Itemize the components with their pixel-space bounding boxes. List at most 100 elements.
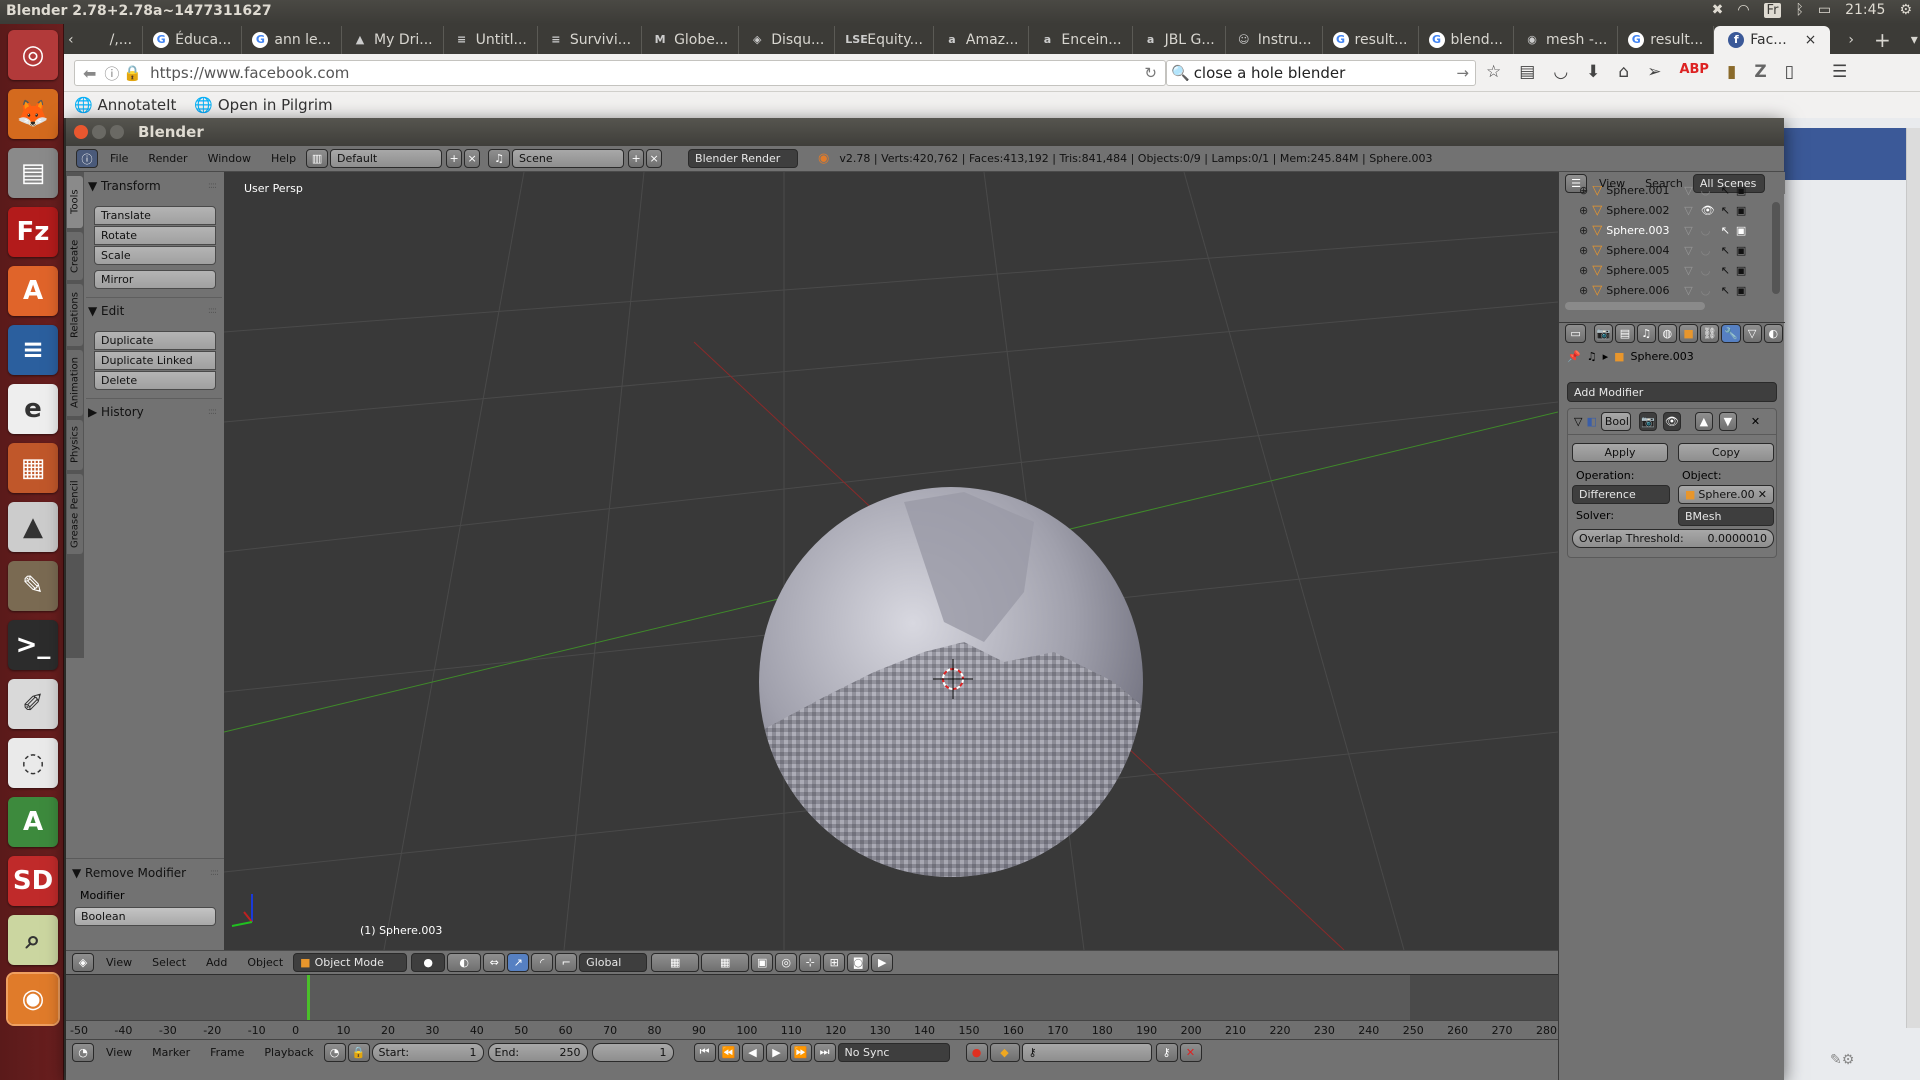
selectable-cursor-icon[interactable]: ↖ xyxy=(1721,186,1730,197)
launcher-blender-icon[interactable]: ◉ xyxy=(6,972,60,1026)
current-frame-indicator[interactable] xyxy=(306,975,310,1021)
window-minimize-button[interactable] xyxy=(92,125,106,139)
outliner-item[interactable]: ⊕ ▽ Sphere.002 ▽ 👁 ↖ ▣ xyxy=(1559,200,1769,220)
drag-grip-icon[interactable]: :::: xyxy=(208,181,217,191)
url-bar[interactable]: ⬅ ⓘ 🔒 https://www.facebook.com ↻ xyxy=(74,60,1166,86)
new-tab-button[interactable]: + xyxy=(1864,26,1901,54)
snap-element-icon[interactable]: ⊹ xyxy=(799,953,822,972)
outliner-item[interactable]: ⊕ ▽ Sphere.001 ▽ ◡ ↖ ▣ xyxy=(1559,186,1769,200)
info-icon[interactable]: ⓘ xyxy=(104,63,119,84)
browser-tab[interactable]: Gblend... xyxy=(1419,26,1514,54)
render-tab-icon[interactable]: 📷 xyxy=(1594,324,1614,343)
timeline-area[interactable] xyxy=(66,974,1558,1021)
scene-field[interactable]: Scene xyxy=(512,149,625,168)
outliner-item[interactable]: ⊕ ▽ Sphere.004 ▽ ◡ ↖ ▣ xyxy=(1559,240,1769,260)
back-icon[interactable]: ⬅ xyxy=(83,64,96,83)
move-up-icon[interactable]: ▲ xyxy=(1694,412,1713,431)
browser-tab[interactable]: ▲ My Dri... xyxy=(342,26,444,54)
reload-icon[interactable]: ↻ xyxy=(1144,64,1157,82)
visibility-eye-icon[interactable]: ◡ xyxy=(1701,264,1715,277)
render-animation-icon[interactable]: ▶ xyxy=(871,953,894,972)
selectable-cursor-icon[interactable]: ↖ xyxy=(1721,204,1730,217)
rotate-manipulator-icon[interactable]: ◜ xyxy=(531,953,554,972)
battery-icon[interactable]: ▭ xyxy=(1818,2,1831,18)
viewport-shading-dropdown[interactable]: ● xyxy=(411,953,446,972)
search-bar[interactable]: 🔍 close a hole blender → xyxy=(1166,60,1476,86)
browser-tab[interactable]: Gresult... xyxy=(1323,26,1419,54)
object-field[interactable]: ■ Sphere.00 ✕ xyxy=(1678,485,1774,504)
show-render-icon[interactable]: 📷 xyxy=(1638,412,1657,431)
window-close-button[interactable] xyxy=(74,125,88,139)
wifi-icon[interactable]: ◠ xyxy=(1737,2,1749,18)
timeline-ruler[interactable]: -50 -40 -30 -20 -10 0 10 20 30 40 50 60 70 80 90 100 110… xyxy=(66,1020,1558,1040)
visibility-eye-icon[interactable]: ◡ xyxy=(1701,244,1715,257)
launcher-evince-icon[interactable]: e xyxy=(8,384,58,434)
menu-frame[interactable]: Frame xyxy=(200,1046,254,1059)
preview-range-icon[interactable]: ◔ xyxy=(323,1042,346,1062)
browser-tab[interactable]: ≡ Survivi... xyxy=(538,26,643,54)
scale-button[interactable]: Scale xyxy=(94,246,216,265)
object-tab-icon[interactable]: ■ xyxy=(1678,324,1699,343)
editor-type-properties-icon[interactable]: ▭ xyxy=(1565,324,1587,343)
show-viewport-eye-icon[interactable]: 👁 xyxy=(1662,412,1681,431)
material-tab-icon[interactable]: ◐ xyxy=(1763,324,1783,343)
expand-plus-icon[interactable]: ⊕ xyxy=(1579,204,1588,217)
rotate-button[interactable]: Rotate xyxy=(94,226,216,245)
browser-tab[interactable]: Gresult... xyxy=(1618,26,1715,54)
pin-icon[interactable]: 📌 xyxy=(1567,350,1581,363)
clear-object-icon[interactable]: ✕ xyxy=(1758,488,1767,501)
browser-tab[interactable]: M Globe... xyxy=(642,26,740,54)
visibility-eye-icon[interactable]: ◡ xyxy=(1701,284,1715,297)
launcher-software-updater-icon[interactable]: A xyxy=(8,797,58,847)
launcher-terminal-icon[interactable]: >_ xyxy=(8,620,58,670)
screen-layout-icon[interactable]: ▥ xyxy=(306,149,329,168)
launcher-document-viewer-icon[interactable]: ◌ xyxy=(8,738,58,788)
outliner-item[interactable]: ⊕ ▽ Sphere.005 ▽ ◡ ↖ ▣ xyxy=(1559,260,1769,280)
jump-start-icon[interactable]: ⏮ xyxy=(693,1042,716,1062)
current-frame-field[interactable]: 1 xyxy=(591,1042,674,1062)
delete-keyframe-icon[interactable]: ✕ xyxy=(1179,1042,1202,1062)
launcher-text-editor-icon[interactable]: ✐ xyxy=(8,679,58,729)
transform-panel-header[interactable]: ▼ Transform:::: xyxy=(88,176,220,196)
modifiers-tab-wrench-icon[interactable]: 🔧 xyxy=(1721,324,1741,343)
browser-tab[interactable]: a Encein... xyxy=(1029,26,1133,54)
drag-grip-icon[interactable]: :::: xyxy=(208,407,217,417)
launcher-ubuntu-dash-icon[interactable]: ◎ xyxy=(8,30,58,80)
mirror-button[interactable]: Mirror xyxy=(94,270,216,289)
jump-keyframe-back-icon[interactable]: ⏪ xyxy=(717,1042,740,1062)
delete-button[interactable]: Delete xyxy=(94,371,216,390)
clock[interactable]: 21:45 xyxy=(1845,2,1885,18)
send-icon[interactable]: ➢ xyxy=(1647,62,1661,82)
renderable-camera-icon[interactable]: ▣ xyxy=(1736,224,1746,237)
zotero-icon[interactable]: Z xyxy=(1754,62,1766,82)
browser-tab[interactable]: a Amaz... xyxy=(934,26,1030,54)
insert-keyframe-icon[interactable]: ⚷ xyxy=(1155,1042,1178,1062)
shelf-tab-tools[interactable]: Tools xyxy=(67,176,83,228)
editor-type-3dview-icon[interactable]: ◈ xyxy=(72,953,94,972)
search-input[interactable]: close a hole blender xyxy=(1194,64,1346,82)
reading-list-icon[interactable]: ▤ xyxy=(1519,62,1535,82)
browser-tab[interactable]: ◉ mesh -... xyxy=(1514,26,1619,54)
menu-view[interactable]: View xyxy=(96,956,142,969)
browser-tab[interactable]: ≡ Untitl... xyxy=(444,26,538,54)
downloads-icon[interactable]: ⬇ xyxy=(1586,62,1600,82)
history-panel-header[interactable]: ▶ History:::: xyxy=(88,402,220,422)
launcher-firefox-icon[interactable]: 🦊 xyxy=(8,89,58,139)
tab-list-icon[interactable]: ▾ xyxy=(1901,26,1920,54)
shelf-tab-animation[interactable]: Animation xyxy=(67,350,83,416)
edit-panel-header[interactable]: ▼ Edit:::: xyxy=(88,301,220,321)
interaction-mode-dropdown[interactable]: ■ Object Mode xyxy=(293,953,408,972)
shelf-tab-create[interactable]: Create xyxy=(67,232,83,280)
shelf-tab-relations[interactable]: Relations xyxy=(67,284,83,346)
browser-tab[interactable]: a JBL G... xyxy=(1133,26,1226,54)
bookmark-star-icon[interactable]: ☆ xyxy=(1486,62,1501,82)
move-down-icon[interactable]: ▼ xyxy=(1718,412,1737,431)
visibility-eye-icon[interactable]: 👁 xyxy=(1701,204,1715,217)
launcher-libreoffice-impress-icon[interactable]: ▦ xyxy=(8,443,58,493)
jump-keyframe-forward-icon[interactable]: ⏩ xyxy=(789,1042,812,1062)
translate-manipulator-icon[interactable]: ↗ xyxy=(507,953,530,972)
solver-dropdown[interactable]: BMesh xyxy=(1678,507,1774,526)
power-gear-icon[interactable]: ⚙ xyxy=(1899,2,1912,18)
launcher-image-viewer-icon[interactable]: ⌕ xyxy=(8,915,58,965)
remove-modifier-panel-header[interactable]: ▼ Remove Modifier:::: xyxy=(72,863,219,883)
